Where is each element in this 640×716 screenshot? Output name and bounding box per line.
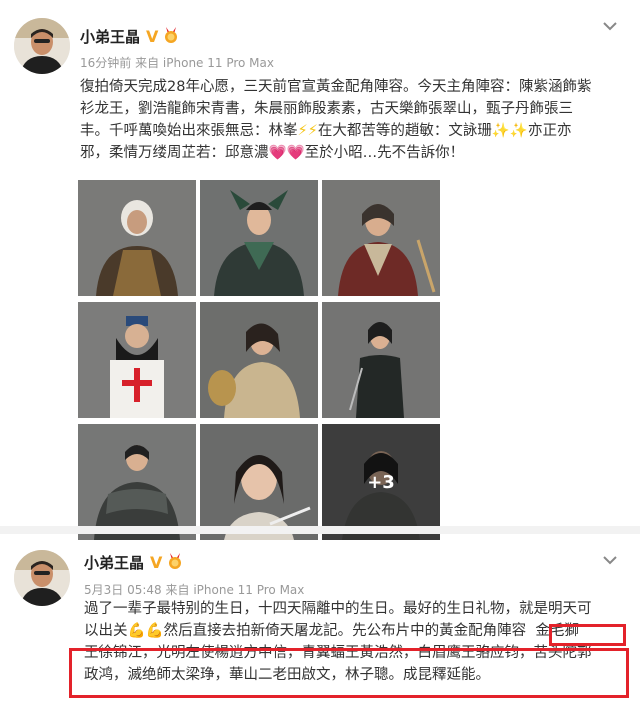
hearts-emoji-icon: 💗💗 [268,145,305,161]
photo-thumbnail[interactable] [78,424,196,540]
photo-thumbnail[interactable] [322,302,440,418]
post-meta: 16分钟前 来自 iPhone 11 Pro Max [80,56,274,70]
photo-thumbnail[interactable] [200,302,318,418]
muscle-emoji-icon: 💪💪 [127,623,164,639]
photo-thumbnail[interactable] [78,180,196,296]
highlight-box-cast [69,648,629,698]
more-photos-count[interactable]: +3 [322,424,440,540]
chevron-down-icon[interactable] [602,554,618,566]
photo-thumbnail-more[interactable]: +3 [322,424,440,540]
verified-badge-icon: V [146,27,159,46]
photo-thumbnail[interactable] [200,424,318,540]
weibo-post-1: 小弟王晶 V 16分钟前 来自 iPhone 11 Pro Max 復拍倚天完成2… [0,0,640,540]
medal-icon [166,552,184,574]
lightning-emoji-icon: ⚡⚡ [297,123,318,139]
username[interactable]: 小弟王晶 V [80,26,180,48]
sparkles-emoji-icon: ✨✨ [491,123,528,139]
username[interactable]: 小弟王晶 V [84,552,184,574]
post-text: 復拍倚天完成28年心愿，三天前官宣黃金配角陣容。今天主角陣容：陳紫涵飾紫 衫龙王… [80,76,636,164]
post-divider [0,526,640,534]
photo-thumbnail[interactable] [200,180,318,296]
post-meta: 5月3日 05:48 来自 iPhone 11 Pro Max [84,583,305,597]
medal-icon [162,26,180,48]
chevron-down-icon[interactable] [602,20,618,32]
photo-grid: +3 [78,180,440,540]
verified-badge-icon: V [150,553,163,572]
highlight-box-name [549,624,626,646]
user-avatar[interactable] [14,550,70,606]
photo-thumbnail[interactable] [78,302,196,418]
user-avatar[interactable] [14,18,70,74]
photo-thumbnail[interactable] [322,180,440,296]
